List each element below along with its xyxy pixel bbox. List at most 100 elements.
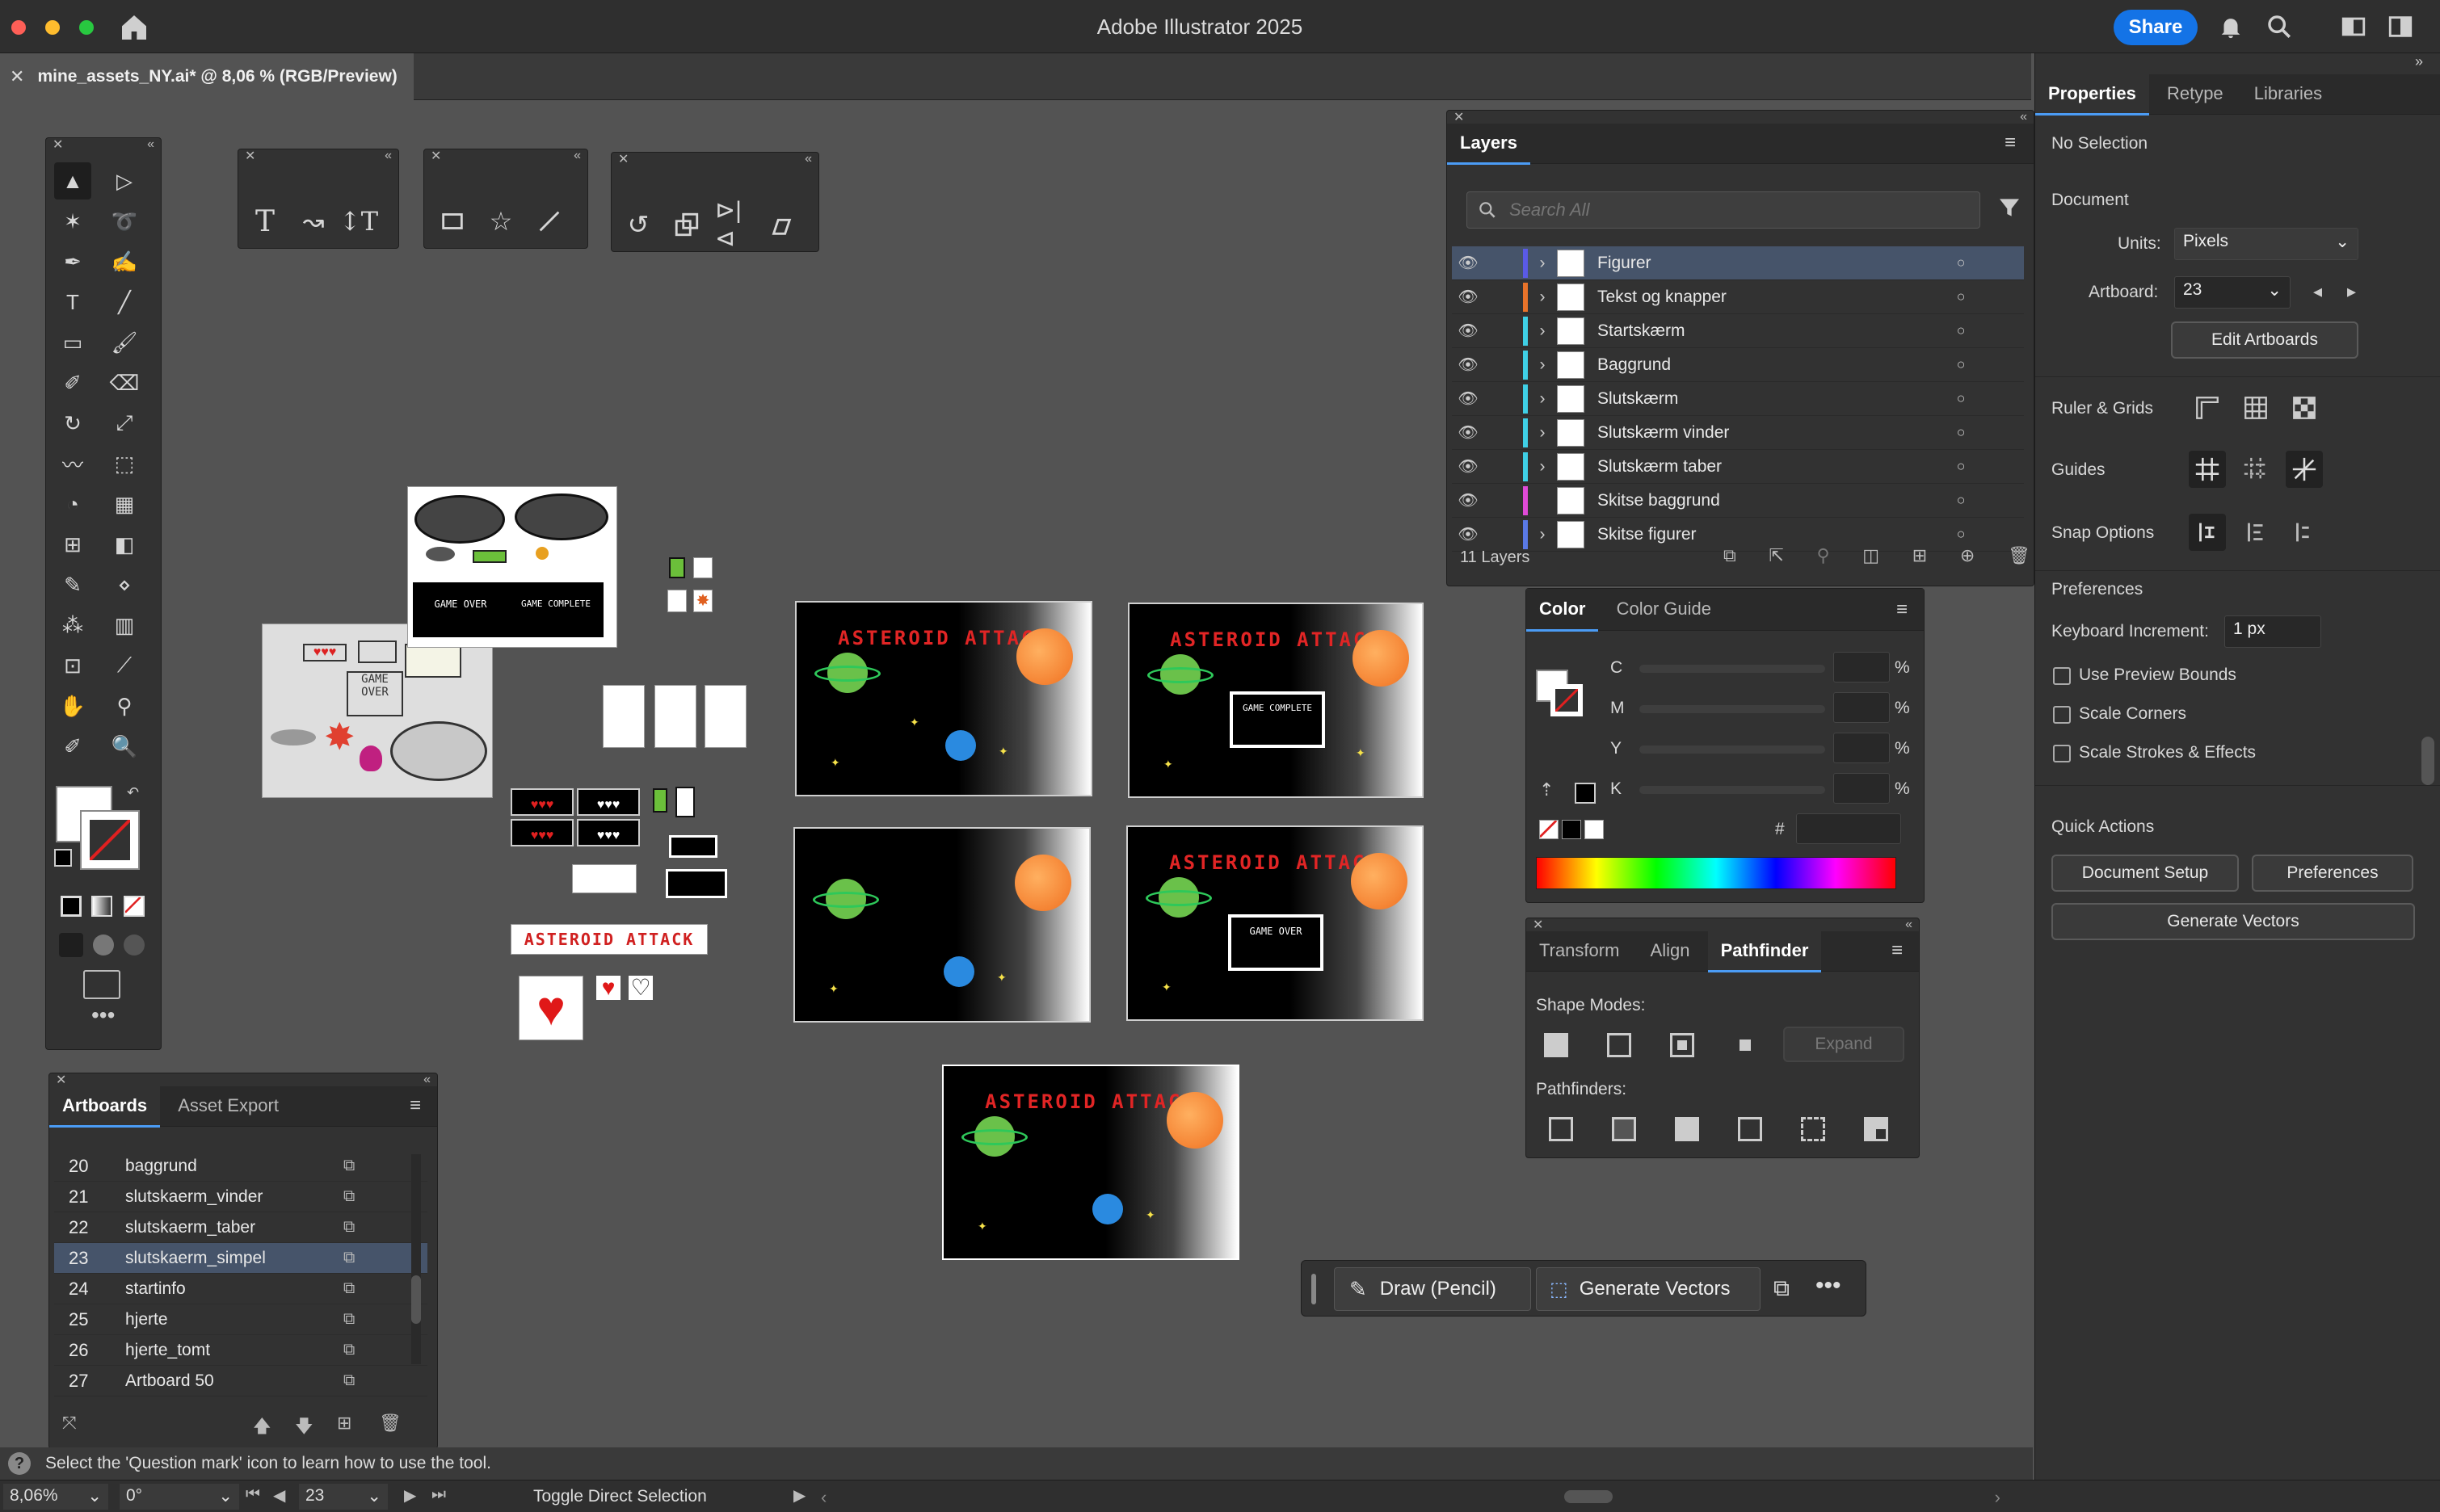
white-swatch[interactable] bbox=[1584, 820, 1604, 839]
previous-artboard-icon[interactable]: ◂ bbox=[2313, 281, 2322, 302]
expand-button[interactable]: Expand bbox=[1783, 1027, 1904, 1062]
type-tool-icon[interactable]: T bbox=[54, 284, 91, 321]
layers-search-input[interactable] bbox=[1509, 200, 1946, 220]
artboard-row[interactable]: 27 Artboard 50 ⧉ bbox=[54, 1366, 427, 1396]
panel-menu-icon[interactable]: ≡ bbox=[2005, 132, 2016, 154]
workspace-switcher-icon[interactable] bbox=[2387, 13, 2414, 45]
more-tools-icon[interactable]: ••• bbox=[91, 1002, 115, 1028]
target-circle-icon[interactable]: ○ bbox=[1945, 492, 1977, 509]
collapse-panel-icon[interactable]: « bbox=[385, 149, 392, 163]
tab-pathfinder[interactable]: Pathfinder bbox=[1707, 931, 1822, 972]
tab-layers[interactable]: Layers bbox=[1447, 124, 1530, 165]
artboard-row[interactable]: 26 hjerte_tomt ⧉ bbox=[54, 1335, 427, 1366]
layer-row[interactable]: 👁 › Figurer ○ bbox=[1452, 246, 2024, 280]
tab-artboards[interactable]: Artboards bbox=[49, 1086, 161, 1128]
draw-pencil-button[interactable]: ✎ Draw (Pencil) bbox=[1334, 1267, 1531, 1311]
scale-corners-checkbox[interactable] bbox=[2053, 706, 2071, 724]
smart-guides-icon[interactable] bbox=[2286, 451, 2323, 488]
expand-chevron-icon[interactable]: › bbox=[1528, 288, 1557, 307]
draw-normal-icon[interactable] bbox=[59, 933, 83, 957]
collect-export-icon[interactable]: ⧉ bbox=[1723, 545, 1736, 571]
previous-artboard-icon[interactable]: ◀ bbox=[273, 1485, 285, 1506]
delete-artboard-icon[interactable]: 🗑 bbox=[379, 1413, 402, 1434]
close-panel-icon[interactable]: ✕ bbox=[431, 148, 441, 164]
paintbrush-tool-icon[interactable]: 🖌 bbox=[106, 324, 143, 361]
expand-chevron-icon[interactable]: › bbox=[1528, 423, 1557, 443]
artboard-row[interactable]: 25 hjerte ⧉ bbox=[54, 1304, 427, 1335]
target-circle-icon[interactable]: ○ bbox=[1945, 356, 1977, 373]
grid-icon[interactable] bbox=[2237, 389, 2274, 426]
collapse-panel-icon[interactable]: « bbox=[574, 149, 581, 163]
home-icon[interactable] bbox=[118, 11, 150, 44]
move-down-icon[interactable]: 🡇 bbox=[295, 1413, 313, 1443]
expand-chevron-icon[interactable]: › bbox=[1528, 457, 1557, 477]
snap-to-glyph-icon[interactable] bbox=[2286, 514, 2323, 551]
target-circle-icon[interactable]: ○ bbox=[1945, 322, 1977, 339]
preferences-button[interactable]: Preferences bbox=[2252, 855, 2413, 892]
help-question-icon[interactable]: ? bbox=[8, 1452, 31, 1475]
warp-tool-icon[interactable]: 〰 bbox=[54, 445, 91, 482]
target-circle-icon[interactable]: ○ bbox=[1945, 254, 1977, 271]
rotation-field[interactable]: 0° ⌄ bbox=[120, 1484, 239, 1510]
image-adjust-icon[interactable]: ⧉ bbox=[1773, 1275, 1790, 1302]
hex-input[interactable] bbox=[1796, 813, 1901, 844]
tab-align[interactable]: Align bbox=[1638, 931, 1703, 970]
divide-icon[interactable] bbox=[1549, 1117, 1573, 1141]
close-panel-icon[interactable]: ✕ bbox=[618, 151, 629, 167]
close-tab-icon[interactable]: ✕ bbox=[10, 66, 24, 87]
scale-strokes-checkbox[interactable] bbox=[2053, 745, 2071, 762]
new-sublayer-icon[interactable]: ⊞ bbox=[1912, 545, 1927, 571]
crop-icon[interactable] bbox=[1738, 1117, 1762, 1141]
first-artboard-icon[interactable]: ⏮ bbox=[246, 1485, 260, 1504]
color-stroke-swatch[interactable] bbox=[1550, 684, 1583, 716]
rotate-tool-icon[interactable]: ↺ bbox=[620, 206, 657, 243]
move-up-icon[interactable]: 🡅 bbox=[253, 1413, 271, 1443]
collapse-panel-icon[interactable]: « bbox=[147, 137, 154, 152]
shear-tool-icon[interactable] bbox=[762, 206, 799, 243]
panel-menu-icon[interactable]: ≡ bbox=[1896, 598, 1908, 621]
tab-color-guide[interactable]: Color Guide bbox=[1604, 589, 1724, 629]
artboard-row[interactable]: 23 slutskaerm_simpel ⧉ bbox=[54, 1243, 427, 1274]
gradient-mode-icon[interactable] bbox=[91, 896, 112, 917]
collapse-panel-icon[interactable]: « bbox=[423, 1073, 431, 1087]
visibility-eye-icon[interactable]: 👁 bbox=[1452, 456, 1484, 477]
type-on-path-icon[interactable]: ↝ bbox=[295, 203, 332, 240]
slice-tool-icon[interactable]: ⟋ bbox=[106, 647, 143, 684]
stroke-swatch[interactable] bbox=[80, 810, 140, 870]
gradient-tool-icon[interactable]: ◧ bbox=[106, 526, 143, 563]
snap-to-point-icon[interactable] bbox=[2189, 514, 2226, 551]
status-menu-icon[interactable]: ▶ bbox=[793, 1485, 806, 1506]
zoom-tool-icon[interactable]: ⚲ bbox=[106, 687, 143, 724]
close-window-button[interactable] bbox=[11, 20, 26, 35]
layer-row[interactable]: 👁 › Tekst og knapper ○ bbox=[1452, 280, 2024, 314]
visibility-eye-icon[interactable]: 👁 bbox=[1452, 253, 1484, 273]
panel-menu-icon[interactable]: ≡ bbox=[1891, 939, 1903, 962]
channel-slider[interactable] bbox=[1639, 665, 1825, 673]
show-guides-icon[interactable] bbox=[2189, 451, 2226, 488]
symbol-sprayer-tool-icon[interactable]: ⁂ bbox=[54, 607, 91, 644]
zoom-alt-icon[interactable]: 🔍 bbox=[106, 728, 143, 765]
swap-fill-stroke-icon[interactable]: ↶ bbox=[127, 784, 139, 801]
rotate-tool-icon[interactable]: ↻ bbox=[54, 405, 91, 442]
target-circle-icon[interactable]: ○ bbox=[1945, 526, 1977, 543]
visibility-eye-icon[interactable]: 👁 bbox=[1452, 388, 1484, 409]
exclude-icon[interactable] bbox=[1733, 1033, 1757, 1057]
channel-input[interactable] bbox=[1833, 652, 1890, 682]
vertical-type-icon[interactable]: ↕T bbox=[339, 203, 378, 240]
column-graph-tool-icon[interactable]: ▥ bbox=[106, 607, 143, 644]
drag-handle-icon[interactable] bbox=[1311, 1274, 1316, 1304]
ruler-icon[interactable] bbox=[2189, 389, 2226, 426]
artboard-options-icon[interactable]: ⧉ bbox=[343, 1249, 355, 1267]
mesh-tool-icon[interactable]: ⊞ bbox=[54, 526, 91, 563]
rectangle-tool-icon[interactable]: ▭ bbox=[54, 324, 91, 361]
visibility-eye-icon[interactable]: 👁 bbox=[1452, 524, 1484, 544]
target-circle-icon[interactable]: ○ bbox=[1945, 458, 1977, 475]
artboard-simple-end[interactable]: ASTEROID ATTACK ✦ ✦ bbox=[942, 1065, 1239, 1260]
blend-tool-icon[interactable]: ⋄ bbox=[106, 566, 143, 603]
zoom-field[interactable]: 8,06% ⌄ bbox=[3, 1484, 108, 1510]
artboards-scrollbar[interactable] bbox=[411, 1154, 421, 1364]
close-panel-icon[interactable]: ✕ bbox=[245, 148, 255, 164]
shaper-tool-icon[interactable]: ✐ bbox=[54, 364, 91, 401]
panel-layout-icon[interactable] bbox=[2340, 13, 2367, 45]
layers-search-field[interactable] bbox=[1466, 191, 1980, 229]
